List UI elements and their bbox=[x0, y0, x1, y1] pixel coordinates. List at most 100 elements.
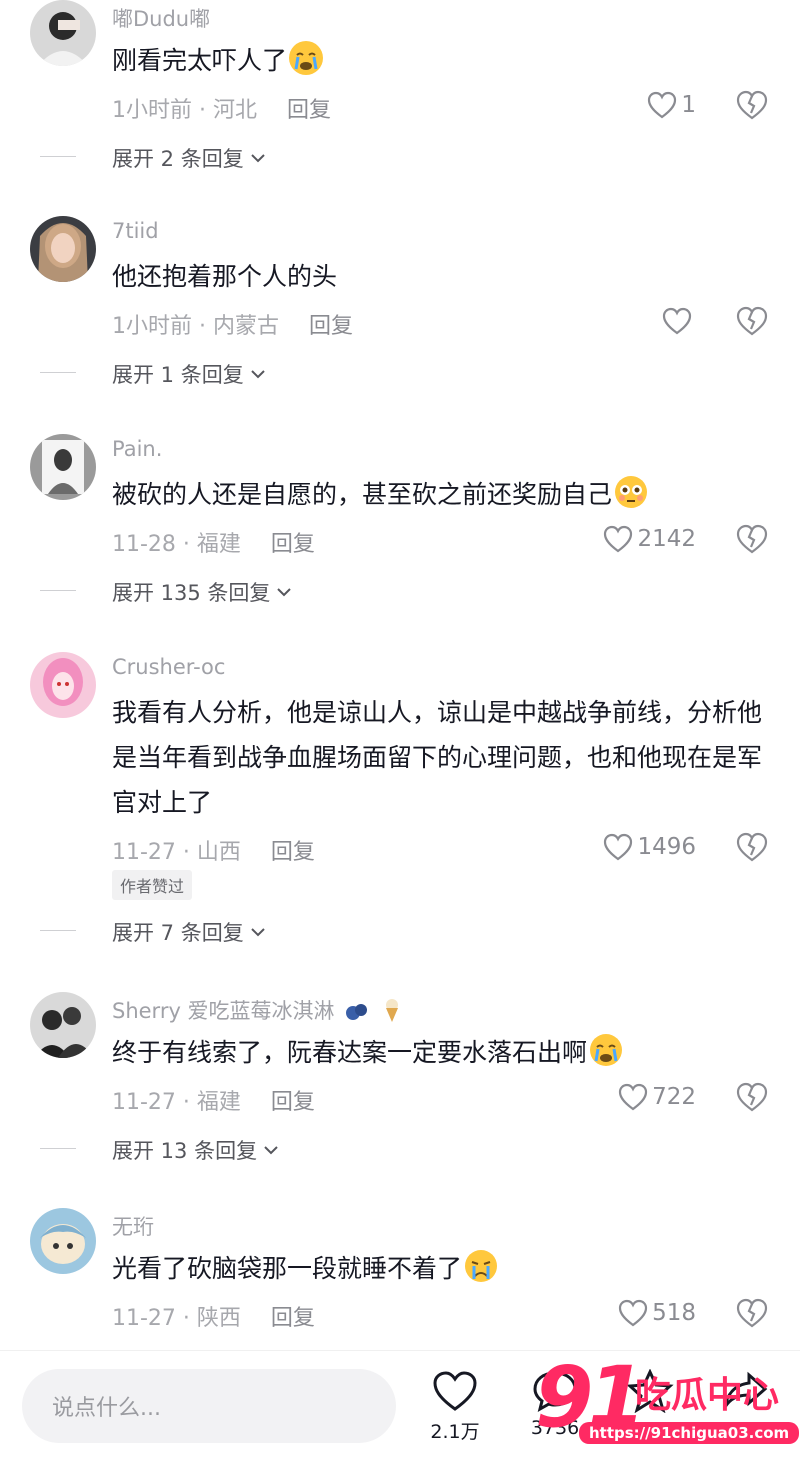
broken-heart-icon bbox=[736, 306, 768, 336]
divider bbox=[40, 930, 76, 931]
comment-text-content: 被砍的人还是自愿的，甚至砍之前还奖励自己 bbox=[112, 480, 613, 509]
like-button[interactable]: 1 bbox=[647, 88, 696, 122]
reply-button[interactable]: 回复 bbox=[287, 98, 331, 123]
divider bbox=[40, 156, 76, 157]
like-count: 1496 bbox=[637, 834, 696, 860]
comment-text-content: 我看有人分析，他是谅山人，谅山是中越战争前线，分析他是当年看到战争血腥场面留下的… bbox=[112, 698, 763, 817]
comment-username-text: Sherry 爱吃蓝莓冰淇淋 bbox=[112, 999, 335, 1023]
like-button[interactable]: 1496 bbox=[603, 830, 696, 864]
comment-post-count: 3736 bbox=[530, 1417, 580, 1439]
comment-item: 嘟Dudu嘟 刚看完太吓人了 1小时前 · 河北 回复 1 展开 2 条回复 bbox=[0, 0, 800, 200]
comment-item: 7tiid 他还抱着那个人的头 1小时前 · 内蒙古 回复 展开 1 条回复 bbox=[0, 216, 800, 416]
bottom-action-bar: 说点什么... 2.1万 3736 万 bbox=[0, 1350, 800, 1467]
like-button[interactable] bbox=[662, 304, 696, 338]
avatar[interactable] bbox=[30, 216, 96, 282]
avatar[interactable] bbox=[30, 1208, 96, 1274]
comment-username[interactable]: 无珩 bbox=[112, 1211, 154, 1241]
comment-text-content: 他还抱着那个人的头 bbox=[112, 262, 338, 291]
dislike-button[interactable] bbox=[736, 523, 768, 555]
comment-input-placeholder: 说点什么... bbox=[52, 1396, 161, 1421]
comment-username[interactable]: 嘟Dudu嘟 bbox=[112, 3, 210, 33]
broken-heart-icon bbox=[736, 1298, 768, 1328]
dislike-button[interactable] bbox=[736, 1081, 768, 1113]
comment-item: Pain. 被砍的人还是自愿的，甚至砍之前还奖励自己 11-28 · 福建 回复 … bbox=[0, 434, 800, 634]
avatar[interactable] bbox=[30, 992, 96, 1058]
comment-username[interactable]: 7tiid bbox=[112, 219, 159, 243]
comment-meta: 11-27 · 山西 回复 bbox=[112, 834, 315, 866]
comment-input[interactable]: 说点什么... bbox=[22, 1369, 396, 1443]
comment-text-content: 光看了砍脑袋那一段就睡不着了 bbox=[112, 1254, 463, 1283]
like-button[interactable]: 518 bbox=[618, 1296, 696, 1330]
avatar[interactable] bbox=[30, 0, 96, 66]
dislike-button[interactable] bbox=[736, 831, 768, 863]
expand-replies-label: 展开 7 条回复 bbox=[112, 921, 244, 945]
divider bbox=[40, 1148, 76, 1149]
like-count: 518 bbox=[652, 1300, 696, 1326]
divider bbox=[40, 590, 76, 591]
like-button[interactable]: 722 bbox=[618, 1080, 696, 1114]
favorite-post-button[interactable] bbox=[610, 1369, 690, 1417]
comment-text: 被砍的人还是自愿的，甚至砍之前还奖励自己 bbox=[112, 472, 772, 517]
heart-icon bbox=[433, 1371, 477, 1411]
star-icon bbox=[626, 1369, 674, 1413]
reply-button[interactable]: 回复 bbox=[271, 532, 315, 557]
expand-replies-button[interactable]: 展开 13 条回复 bbox=[40, 1135, 279, 1165]
reply-button[interactable]: 回复 bbox=[309, 314, 353, 339]
like-button[interactable]: 2142 bbox=[603, 522, 696, 556]
heart-icon bbox=[604, 525, 633, 553]
comment-text: 我看有人分析，他是谅山人，谅山是中越战争前线，分析他是当年看到战争血腥场面留下的… bbox=[112, 690, 772, 825]
like-count: 2142 bbox=[637, 526, 696, 552]
dislike-button[interactable] bbox=[736, 1297, 768, 1329]
expand-replies-button[interactable]: 展开 7 条回复 bbox=[40, 917, 266, 947]
comment-meta: 11-27 · 福建 回复 bbox=[112, 1084, 315, 1116]
comment-text: 光看了砍脑袋那一段就睡不着了 bbox=[112, 1246, 772, 1291]
reply-button[interactable]: 回复 bbox=[271, 1306, 315, 1331]
reply-button[interactable]: 回复 bbox=[271, 840, 315, 865]
like-post-button[interactable]: 2.1万 bbox=[415, 1369, 495, 1444]
comment-meta: 11-28 · 福建 回复 bbox=[112, 526, 315, 558]
dislike-button[interactable] bbox=[736, 89, 768, 121]
comment-username[interactable]: Crusher-oc bbox=[112, 655, 225, 679]
divider bbox=[40, 372, 76, 373]
chevron-down-icon bbox=[264, 1146, 278, 1155]
comment-time-location: 11-28 · 福建 bbox=[112, 532, 241, 557]
share-post-count: 万 bbox=[735, 1421, 755, 1443]
heart-icon bbox=[604, 833, 633, 861]
comment-username[interactable]: Pain. bbox=[112, 437, 162, 461]
expand-replies-button[interactable]: 展开 135 条回复 bbox=[40, 577, 292, 607]
heart-icon bbox=[618, 1299, 648, 1327]
comment-bubble-icon bbox=[533, 1371, 577, 1412]
sad-crying-emoji-icon bbox=[464, 1249, 498, 1283]
expand-replies-label: 展开 1 条回复 bbox=[112, 363, 244, 387]
comment-time-location: 11-27 · 山西 bbox=[112, 840, 241, 865]
comment-username[interactable]: Sherry 爱吃蓝莓冰淇淋 bbox=[112, 995, 402, 1025]
comment-text-content: 终于有线索了，阮春达案一定要水落石出啊 bbox=[112, 1038, 588, 1067]
comment-text: 他还抱着那个人的头 bbox=[112, 254, 772, 299]
like-count: 722 bbox=[652, 1084, 696, 1110]
expand-replies-button[interactable]: 展开 2 条回复 bbox=[40, 143, 266, 173]
expand-replies-label: 展开 2 条回复 bbox=[112, 147, 244, 171]
ice-cream-icon bbox=[385, 999, 398, 1022]
comment-time-location: 1小时前 · 河北 bbox=[112, 98, 257, 123]
comment-item: Crusher-oc 我看有人分析，他是谅山人，谅山是中越战争前线，分析他是当年… bbox=[0, 652, 800, 952]
avatar[interactable] bbox=[30, 652, 96, 718]
dislike-button[interactable] bbox=[736, 305, 768, 337]
comment-time-location: 11-27 · 陕西 bbox=[112, 1306, 241, 1331]
heart-icon bbox=[618, 1083, 648, 1111]
expand-replies-button[interactable]: 展开 1 条回复 bbox=[40, 359, 266, 389]
avatar[interactable] bbox=[30, 434, 96, 500]
crying-face-emoji-icon bbox=[289, 41, 324, 75]
comment-post-button[interactable]: 3736 bbox=[515, 1369, 595, 1439]
expand-replies-label: 展开 135 条回复 bbox=[112, 581, 271, 605]
comment-time-location: 11-27 · 福建 bbox=[112, 1090, 241, 1115]
heart-icon bbox=[662, 307, 692, 335]
reply-button[interactable]: 回复 bbox=[271, 1090, 315, 1115]
share-post-button[interactable]: 万 bbox=[705, 1369, 785, 1444]
comment-text-content: 刚看完太吓人了 bbox=[112, 46, 288, 75]
like-post-count: 2.1万 bbox=[430, 1421, 480, 1443]
expand-replies-label: 展开 13 条回复 bbox=[112, 1139, 258, 1163]
author-liked-badge: 作者赞过 bbox=[112, 870, 193, 900]
chevron-down-icon bbox=[251, 154, 265, 163]
broken-heart-icon bbox=[736, 90, 768, 120]
comment-meta: 1小时前 · 河北 回复 bbox=[112, 92, 331, 124]
